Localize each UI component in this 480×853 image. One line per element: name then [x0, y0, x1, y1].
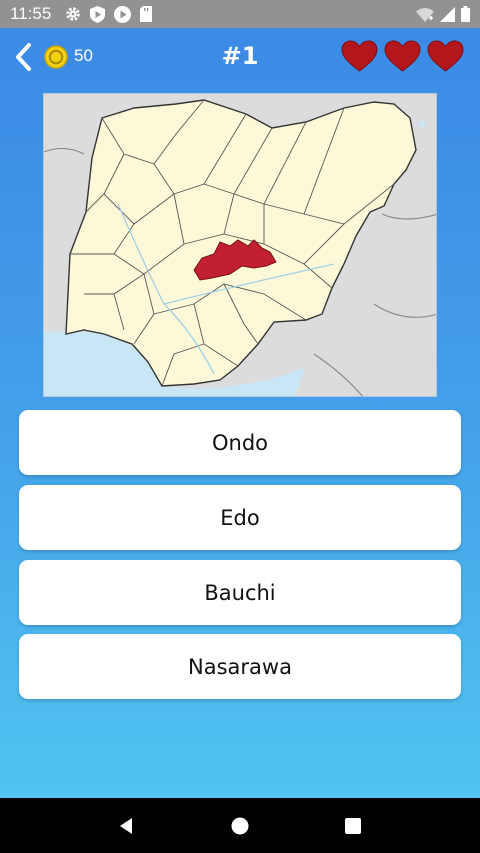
answer-label: Nasarawa [188, 654, 292, 679]
status-time: 11:55 [10, 4, 52, 23]
recents-square-icon [345, 817, 362, 834]
nigeria-map [43, 93, 437, 397]
play-circle-icon [114, 5, 132, 23]
signal-icon [440, 6, 455, 22]
back-triangle-icon [119, 817, 132, 834]
back-button[interactable] [10, 40, 36, 74]
map-image [44, 94, 436, 396]
answer-button[interactable]: Nasarawa [19, 634, 461, 699]
lives-indicator [341, 40, 464, 73]
chevron-left-icon [16, 43, 31, 71]
answer-button[interactable]: Ondo [19, 410, 461, 475]
heart-icon [384, 40, 421, 72]
sd-card-icon [140, 6, 153, 22]
heart-icon [341, 40, 378, 72]
heart-icon [427, 40, 464, 72]
status-left-icons [65, 5, 153, 23]
answer-button[interactable]: Edo [19, 485, 461, 550]
nav-back-button[interactable] [107, 806, 147, 846]
answer-label: Ondo [211, 430, 269, 455]
battery-icon [461, 6, 470, 22]
coin-icon [44, 45, 68, 69]
game-header: 50 #1 [0, 28, 480, 86]
coin-count: 50 [74, 46, 93, 65]
gear-icon [66, 7, 81, 21]
home-circle-icon [231, 817, 249, 834]
navigation-bar [0, 798, 480, 853]
nav-home-button[interactable] [220, 806, 260, 846]
answer-label: Bauchi [204, 580, 276, 605]
wifi-icon [416, 7, 434, 22]
answer-button[interactable]: Bauchi [19, 560, 461, 625]
status-right-icons [416, 6, 470, 22]
shield-play-icon [90, 5, 106, 23]
answer-label: Edo [220, 505, 260, 530]
nav-recents-button[interactable] [333, 806, 373, 846]
status-bar: 11:55 [0, 0, 480, 28]
